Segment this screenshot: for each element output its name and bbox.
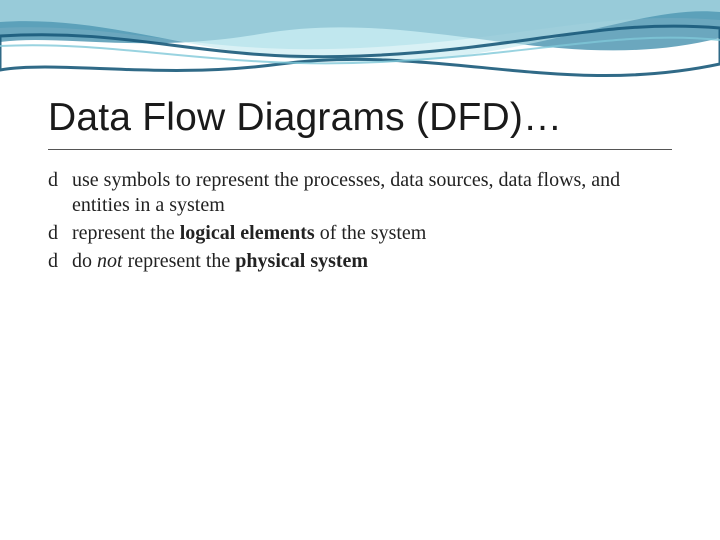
bullet-bold: physical system xyxy=(235,250,368,272)
bullet-glyph-icon: d xyxy=(48,221,58,247)
bullet-bold: logical elements xyxy=(180,222,315,244)
title-divider xyxy=(48,149,672,150)
bullet-text: do xyxy=(72,250,97,272)
bullet-italic: not xyxy=(97,250,123,272)
bullet-glyph-icon: d xyxy=(48,249,58,275)
slide-content: Data Flow Diagrams (DFD)… d use symbols … xyxy=(48,96,672,276)
list-item: d represent the logical elements of the … xyxy=(48,221,672,247)
bullet-text: represent the xyxy=(72,222,180,244)
slide-title: Data Flow Diagrams (DFD)… xyxy=(48,96,672,141)
decorative-wave-banner xyxy=(0,0,720,90)
bullet-text: represent the xyxy=(123,250,236,272)
list-item: d do not represent the physical system xyxy=(48,249,672,275)
bullet-list: d use symbols to represent the processes… xyxy=(48,168,672,274)
bullet-text: use symbols to represent the processes, … xyxy=(72,169,620,217)
bullet-glyph-icon: d xyxy=(48,168,58,194)
list-item: d use symbols to represent the processes… xyxy=(48,168,672,219)
bullet-text: of the system xyxy=(315,222,427,244)
